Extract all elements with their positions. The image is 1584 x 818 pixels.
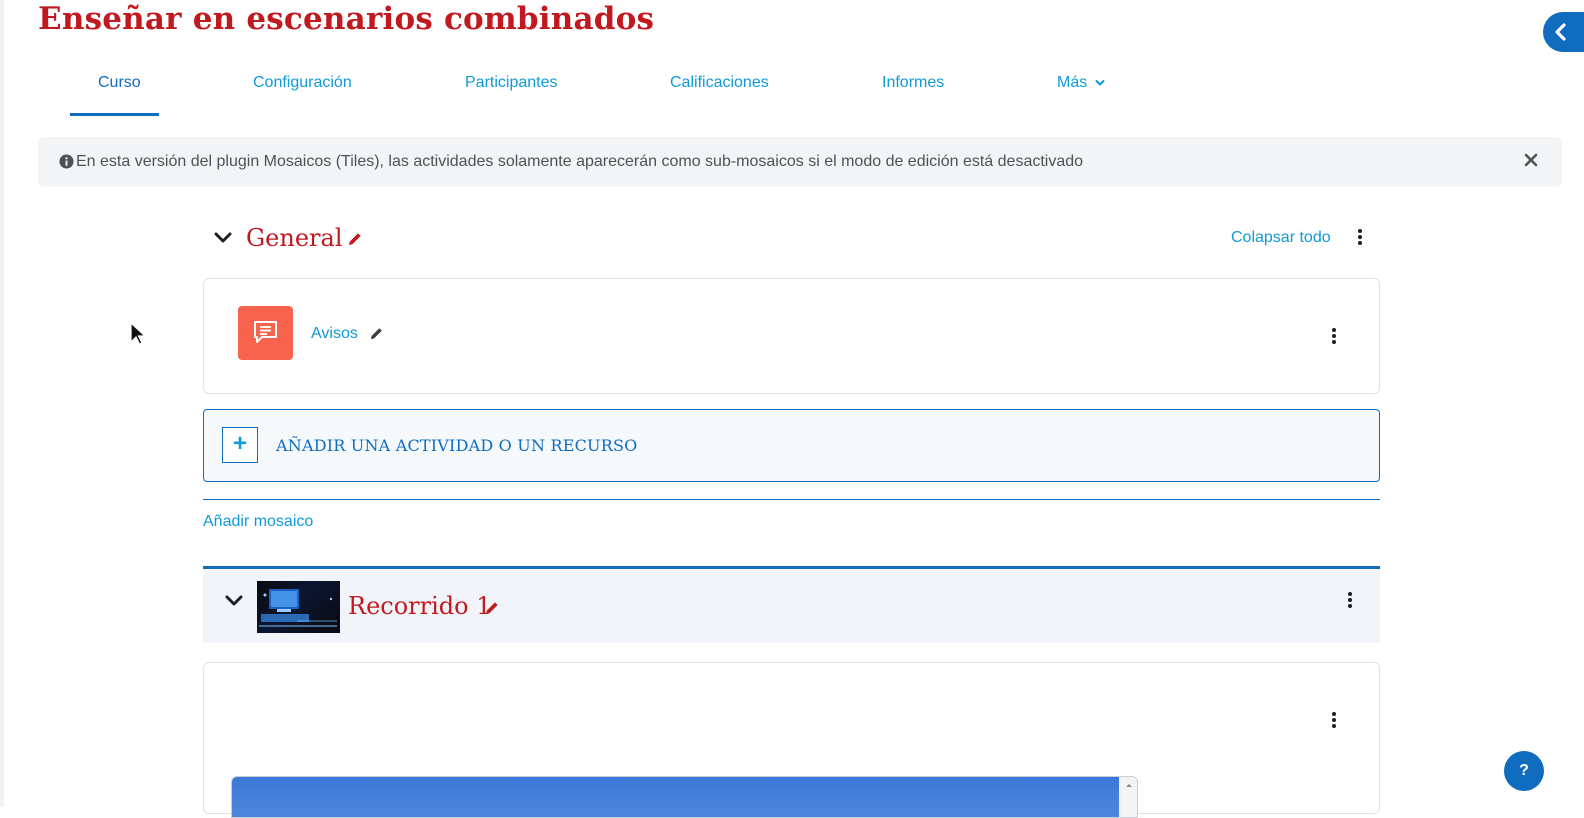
scroll-up-arrow-icon (1126, 784, 1132, 787)
section-divider (203, 499, 1380, 500)
section-thumbnail-image (257, 581, 340, 633)
mouse-cursor-icon (130, 322, 147, 345)
info-circle-icon (59, 154, 74, 169)
speech-bubble-icon (254, 321, 277, 343)
tab-curso[interactable]: Curso (98, 74, 141, 116)
close-icon[interactable] (1524, 153, 1538, 167)
section-general-title[interactable]: General (246, 223, 343, 253)
embedded-scrollbar[interactable] (1121, 777, 1137, 817)
embedded-content-frame[interactable] (231, 776, 1138, 818)
alert-message: En esta versión del plugin Mosaicos (Til… (76, 153, 1084, 170)
activity-menu-icon[interactable] (1332, 328, 1336, 346)
activity-link-avisos[interactable]: Avisos (311, 325, 358, 343)
tab-calificaciones[interactable]: Calificaciones (670, 74, 769, 116)
add-activity-button[interactable]: + AÑADIR UNA ACTIVIDAD O UN RECURSO (203, 409, 1380, 482)
plus-icon: + (222, 427, 258, 463)
chevron-down-icon (1095, 80, 1105, 86)
content-menu-icon[interactable] (1332, 712, 1336, 730)
edit-section-title-pencil-icon[interactable] (347, 231, 363, 247)
help-button[interactable]: ? (1504, 751, 1544, 791)
left-edge-strip (0, 0, 4, 807)
section-recorrido-header: Recorrido 1 (203, 566, 1380, 643)
active-tab-indicator (70, 113, 159, 116)
course-nav: Curso Configuración Participantes Califi… (0, 60, 1584, 118)
section-recorrido-content-card (203, 662, 1380, 818)
tab-mas-label: Más (1057, 74, 1088, 91)
section-recorrido-title[interactable]: Recorrido 1 (348, 591, 492, 621)
add-activity-label: AÑADIR UNA ACTIVIDAD O UN RECURSO (276, 436, 638, 455)
tiles-info-alert: En esta versión del plugin Mosaicos (Til… (38, 137, 1562, 187)
edit-section-title-pencil-icon[interactable] (484, 600, 500, 616)
tab-configuracion[interactable]: Configuración (253, 74, 352, 116)
add-tile-link[interactable]: Añadir mosaico (203, 513, 313, 531)
activity-card-avisos: Avisos (203, 278, 1380, 394)
tab-informes[interactable]: Informes (882, 74, 944, 116)
forum-icon[interactable] (238, 306, 293, 360)
tab-mas[interactable]: Más (1057, 74, 1105, 116)
section-general-menu-icon[interactable] (1358, 229, 1362, 247)
edit-activity-name-pencil-icon[interactable] (369, 326, 384, 341)
collapse-recorrido-chevron-icon[interactable] (225, 595, 243, 607)
collapse-general-chevron-icon[interactable] (214, 232, 232, 244)
tab-participantes[interactable]: Participantes (465, 74, 558, 116)
section-recorrido-menu-icon[interactable] (1348, 592, 1352, 610)
drawer-toggle-button[interactable] (1543, 12, 1584, 52)
collapse-all-link[interactable]: Colapsar todo (1231, 229, 1331, 247)
chevron-left-icon (1555, 23, 1566, 41)
embedded-content-banner (232, 777, 1119, 817)
page-title: Enseñar en escenarios combinados (38, 1, 655, 37)
